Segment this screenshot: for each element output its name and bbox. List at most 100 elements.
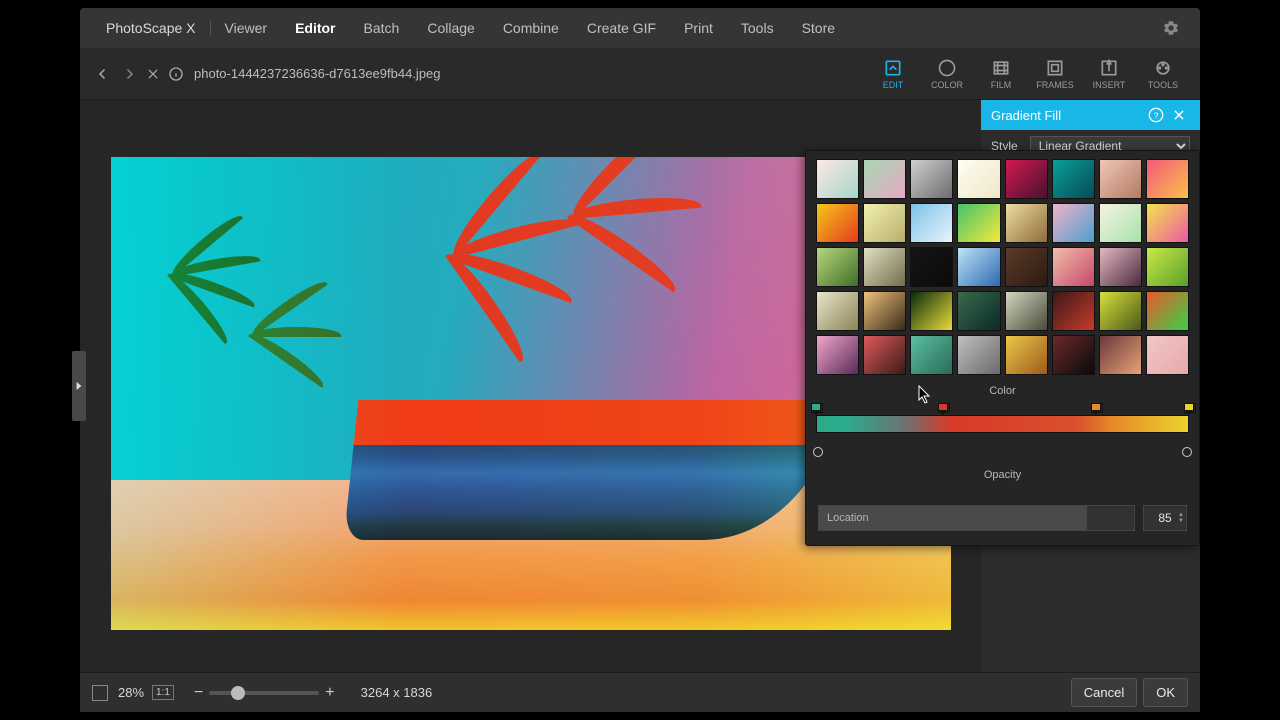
tools-icon [1153,58,1173,78]
panel-title: Gradient Fill [991,108,1061,123]
frames-icon [1045,58,1065,78]
gradient-swatch-grid [816,159,1189,375]
gradient-swatch[interactable] [957,335,1000,375]
background-swatch[interactable] [92,685,108,701]
zoom-slider[interactable] [209,691,319,695]
gradient-swatch[interactable] [1099,335,1142,375]
gear-icon[interactable] [1162,19,1188,37]
color-stop[interactable] [1184,403,1194,415]
gradient-swatch[interactable] [816,291,859,331]
gradient-swatch[interactable] [1099,203,1142,243]
opacity-section-label: Opacity [816,469,1189,481]
location-stepper[interactable]: ▲▼ [1178,512,1184,524]
tool-tools[interactable]: TOOLS [1136,58,1190,90]
gradient-swatch[interactable] [816,203,859,243]
film-icon [991,58,1011,78]
gradient-swatch[interactable] [1052,203,1095,243]
menu-viewer[interactable]: Viewer [211,20,282,36]
gradient-swatch[interactable] [1146,335,1189,375]
opacity-handle-right[interactable] [1182,447,1192,457]
gradient-editor[interactable] [816,403,1189,439]
gradient-swatch[interactable] [910,159,953,199]
gradient-swatch[interactable] [1099,159,1142,199]
gradient-swatch[interactable] [957,203,1000,243]
gradient-swatch[interactable] [863,247,906,287]
gradient-swatch[interactable] [1052,291,1095,331]
top-menu-bar: PhotoScape X Viewer Editor Batch Collage… [80,8,1200,48]
ok-button[interactable]: OK [1143,678,1188,707]
gradient-swatch[interactable] [1005,159,1048,199]
gradient-swatch[interactable] [1146,247,1189,287]
gradient-swatch[interactable] [957,291,1000,331]
tool-tools-label: TOOLS [1148,80,1178,90]
panel-title-bar: Gradient Fill ? [981,100,1200,130]
gradient-swatch[interactable] [910,247,953,287]
gradient-swatch[interactable] [816,335,859,375]
close-file-icon[interactable] [142,67,164,81]
menu-store[interactable]: Store [788,20,849,36]
close-panel-icon[interactable] [1168,108,1190,122]
gradient-swatch[interactable] [910,291,953,331]
gradient-swatch[interactable] [1052,247,1095,287]
zoom-out-button[interactable]: − [188,684,209,702]
nav-back-icon[interactable] [90,65,116,83]
tool-edit[interactable]: EDIT [866,58,920,90]
sidebar-expand-handle[interactable] [72,351,86,421]
gradient-swatch[interactable] [863,159,906,199]
zoom-in-button[interactable]: + [319,684,340,702]
location-slider[interactable]: Location [818,505,1135,531]
nav-forward-icon[interactable] [116,65,142,83]
location-value[interactable]: 85 ▲▼ [1143,505,1187,531]
tool-insert[interactable]: INSERT [1082,58,1136,90]
tool-color[interactable]: COLOR [920,58,974,90]
menu-print[interactable]: Print [670,20,727,36]
opacity-handle-left[interactable] [813,447,823,457]
zoom-slider-knob[interactable] [231,686,245,700]
gradient-swatch[interactable] [863,291,906,331]
status-bar: 28% 1:1 − + 3264 x 1836 Cancel OK [80,672,1200,712]
location-label: Location [827,512,869,524]
gradient-swatch[interactable] [863,203,906,243]
gradient-swatch[interactable] [1005,203,1048,243]
menu-collage[interactable]: Collage [413,20,488,36]
color-icon [937,58,957,78]
color-stop[interactable] [811,403,821,415]
gradient-swatch[interactable] [1005,291,1048,331]
menu-editor[interactable]: Editor [281,20,349,36]
gradient-swatch[interactable] [1146,203,1189,243]
cancel-button[interactable]: Cancel [1071,678,1137,707]
gradient-swatch[interactable] [816,159,859,199]
gradient-swatch[interactable] [1052,335,1095,375]
gradient-swatch[interactable] [1099,291,1142,331]
gradient-bar[interactable] [816,415,1189,433]
tool-frames[interactable]: FRAMES [1028,58,1082,90]
gradient-swatch[interactable] [957,159,1000,199]
info-icon[interactable] [164,66,188,82]
tool-insert-label: INSERT [1093,80,1126,90]
gradient-swatch[interactable] [863,335,906,375]
menu-combine[interactable]: Combine [489,20,573,36]
gradient-swatch[interactable] [910,335,953,375]
help-icon[interactable]: ? [1144,107,1168,123]
menu-create-gif[interactable]: Create GIF [573,20,670,36]
right-panel: Gradient Fill ? Style Linear Gradient Co… [981,100,1200,672]
gradient-swatch[interactable] [1005,335,1048,375]
menu-tools[interactable]: Tools [727,20,788,36]
zoom-reset-button[interactable]: 1:1 [152,685,174,700]
opacity-handle-row[interactable] [816,445,1189,459]
menu-batch[interactable]: Batch [350,20,414,36]
edit-icon [883,58,903,78]
gradient-swatch[interactable] [1005,247,1048,287]
gradient-swatch[interactable] [910,203,953,243]
tool-film[interactable]: FILM [974,58,1028,90]
secondary-bar: photo-1444237236636-d7613ee9fb44.jpeg ED… [80,48,1200,100]
gradient-swatch[interactable] [1099,247,1142,287]
gradient-swatch[interactable] [1146,291,1189,331]
gradient-swatch[interactable] [1052,159,1095,199]
gradient-swatch[interactable] [816,247,859,287]
gradient-swatch[interactable] [1146,159,1189,199]
color-stop[interactable] [938,403,948,415]
color-stop[interactable] [1091,403,1101,415]
zoom-label: 28% [118,685,144,700]
gradient-swatch[interactable] [957,247,1000,287]
